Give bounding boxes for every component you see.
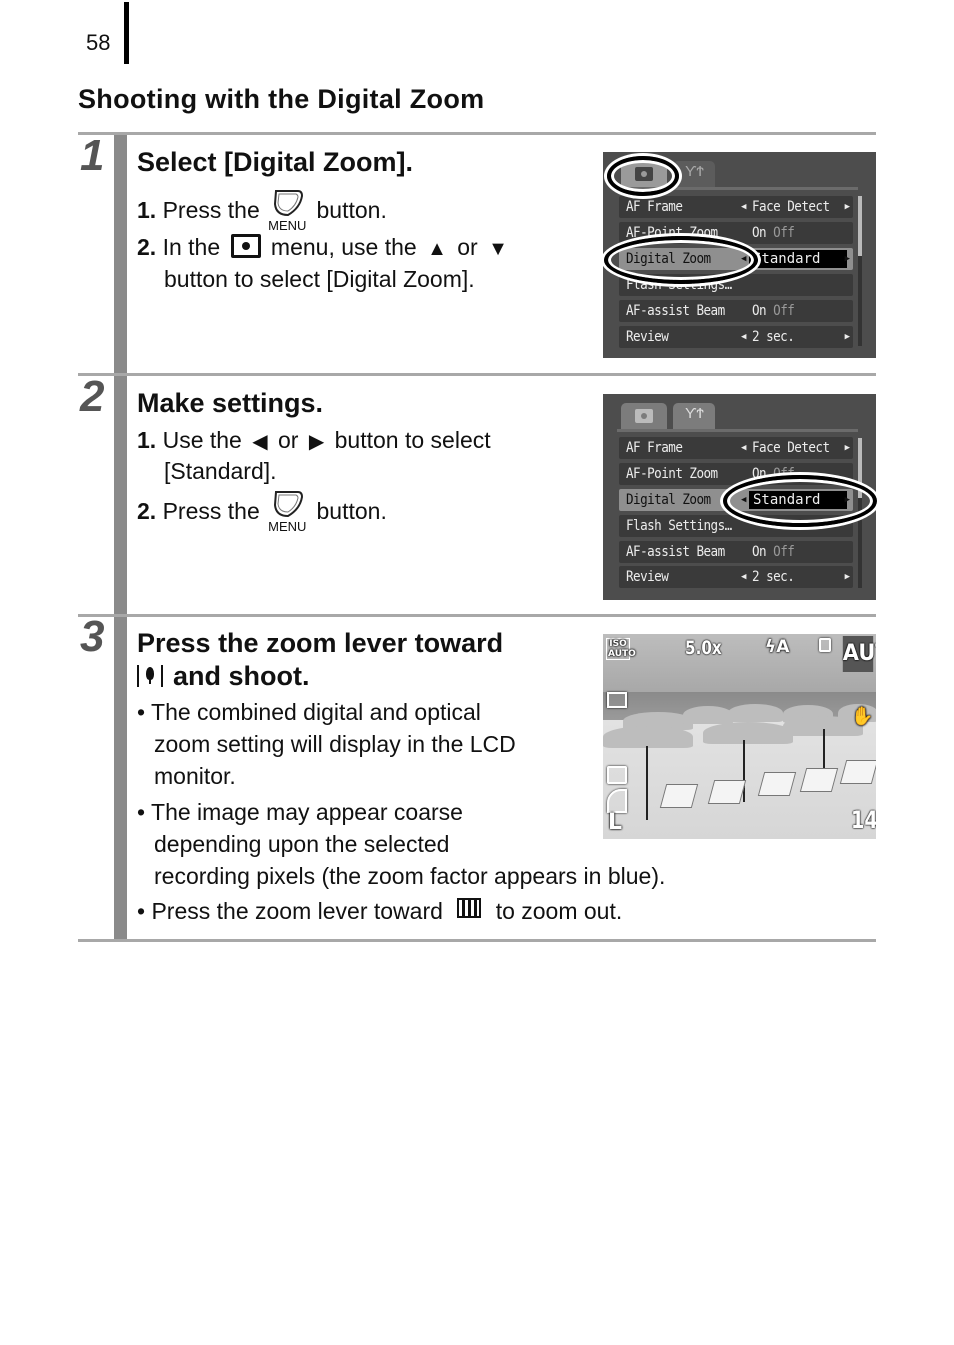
step-number: 2 [80, 372, 105, 421]
bullet: • The combined digital and optical [137, 699, 481, 725]
instruction-text: or [457, 234, 478, 260]
divider [78, 614, 876, 617]
page-number: 58 [86, 30, 111, 55]
tab-rule [617, 429, 858, 432]
camera-tab-icon [621, 403, 667, 429]
instruction: 2. In the menu, use the ▲ or ▼ [137, 234, 512, 261]
instruction: 2. Press the MENU button. [137, 491, 387, 537]
bullet-text: monitor. [154, 763, 236, 789]
divider [78, 132, 876, 135]
menu-row: AF Frame ◀ Face Detect ▶ [619, 437, 853, 459]
down-arrow-icon: ▼ [488, 238, 508, 260]
menu-row: Review ◀ 2 sec. ▶ [619, 326, 853, 348]
item-number: 1. [137, 427, 157, 453]
highlight-ring [607, 156, 679, 196]
instruction-text: or [278, 427, 299, 453]
right-arrow-icon: ▶ [844, 254, 850, 264]
step-title: Make settings. [137, 388, 324, 418]
bullet-text: recording pixels (the zoom factor appear… [154, 863, 666, 889]
left-arrow-icon: ◀ [741, 572, 747, 582]
step-bar [114, 617, 127, 940]
page-number-divider [124, 2, 129, 64]
step-title: Select [Digital Zoom]. [137, 147, 414, 177]
instruction-text: menu, use the [270, 234, 417, 260]
divider [78, 939, 876, 942]
instruction: 1. Press the MENU button. [137, 190, 387, 236]
highlight-ring [604, 236, 758, 284]
step-bar [114, 135, 127, 373]
camera-shake-icon [819, 638, 831, 652]
item-number: 1. [137, 197, 157, 223]
lcd-shooting-screen: ISO AUTO 5.0x ϟA AUTO ✋ L 14 [603, 634, 876, 839]
step-number: 3 [80, 612, 105, 661]
tools-tab-icon: ϒϮ [673, 403, 715, 429]
item-number: 2. [137, 234, 157, 260]
step-number: 1 [80, 131, 105, 180]
instruction-text: [Standard]. [164, 458, 277, 484]
highlight-ring [723, 475, 877, 527]
right-arrow-icon: ▶ [308, 431, 325, 453]
wide-angle-icon [457, 898, 482, 918]
scrollbar [858, 196, 862, 346]
step-title: and shoot. [137, 660, 310, 693]
drive-mode-icon [607, 692, 627, 708]
item-number: 2. [137, 498, 157, 524]
instruction-text: Press the [162, 498, 260, 524]
shots-remaining: 14 [851, 806, 876, 834]
camera-menu-icon [230, 234, 261, 258]
bullet-text: zoom setting will display in the LCD [154, 731, 516, 757]
instruction: 1. Use the ◀ or ▶ button to select [137, 427, 491, 454]
metering-icon [607, 766, 627, 784]
resolution-icon: L [608, 810, 623, 835]
instruction-text: button. [316, 197, 387, 223]
instruction-text: In the [162, 234, 221, 260]
bullet: • The image may appear coarse [137, 799, 463, 825]
right-arrow-icon: ▶ [844, 202, 850, 212]
menu-button-icon: MENU [268, 491, 306, 537]
iso-auto-icon: ISO AUTO [606, 638, 636, 660]
left-arrow-icon: ◀ [741, 443, 747, 453]
right-arrow-icon: ▶ [844, 332, 850, 342]
flash-auto-icon: ϟA [765, 637, 790, 657]
left-arrow-icon: ◀ [741, 202, 747, 212]
zoom-factor: 5.0x [685, 637, 722, 659]
shooting-mode-auto: AUTO [842, 636, 876, 672]
right-arrow-icon: ▶ [844, 572, 850, 582]
right-arrow-icon: ▶ [844, 443, 850, 453]
instruction-text: Use the [162, 427, 242, 453]
instruction-text: button. [316, 498, 387, 524]
bullet-text: depending upon the selected [154, 831, 450, 857]
step-title: Press the zoom lever toward [137, 628, 504, 658]
menu-row: Review ◀ 2 sec. ▶ [619, 566, 853, 588]
instruction-text: button to select [334, 427, 491, 453]
instruction-text: Press the [162, 197, 260, 223]
instruction-text: button to select [Digital Zoom]. [164, 266, 475, 292]
bullet: • Press the zoom lever toward to zoom ou… [137, 898, 623, 924]
up-arrow-icon: ▲ [427, 238, 447, 260]
menu-row: AF Frame ◀ Face Detect ▶ [619, 196, 853, 218]
telephoto-icon [137, 665, 163, 687]
left-arrow-icon: ◀ [741, 332, 747, 342]
section-title: Shooting with the Digital Zoom [78, 84, 485, 114]
hand-shake-icon: ✋ [851, 706, 874, 727]
left-arrow-icon: ◀ [252, 431, 268, 453]
menu-button-icon: MENU [268, 190, 306, 236]
step-bar [114, 376, 127, 614]
menu-row: AF-assist Beam On Off [619, 300, 853, 322]
divider [78, 373, 876, 376]
menu-row: AF-assist Beam On Off [619, 541, 853, 563]
tools-tab-icon: ϒϮ [673, 161, 715, 187]
